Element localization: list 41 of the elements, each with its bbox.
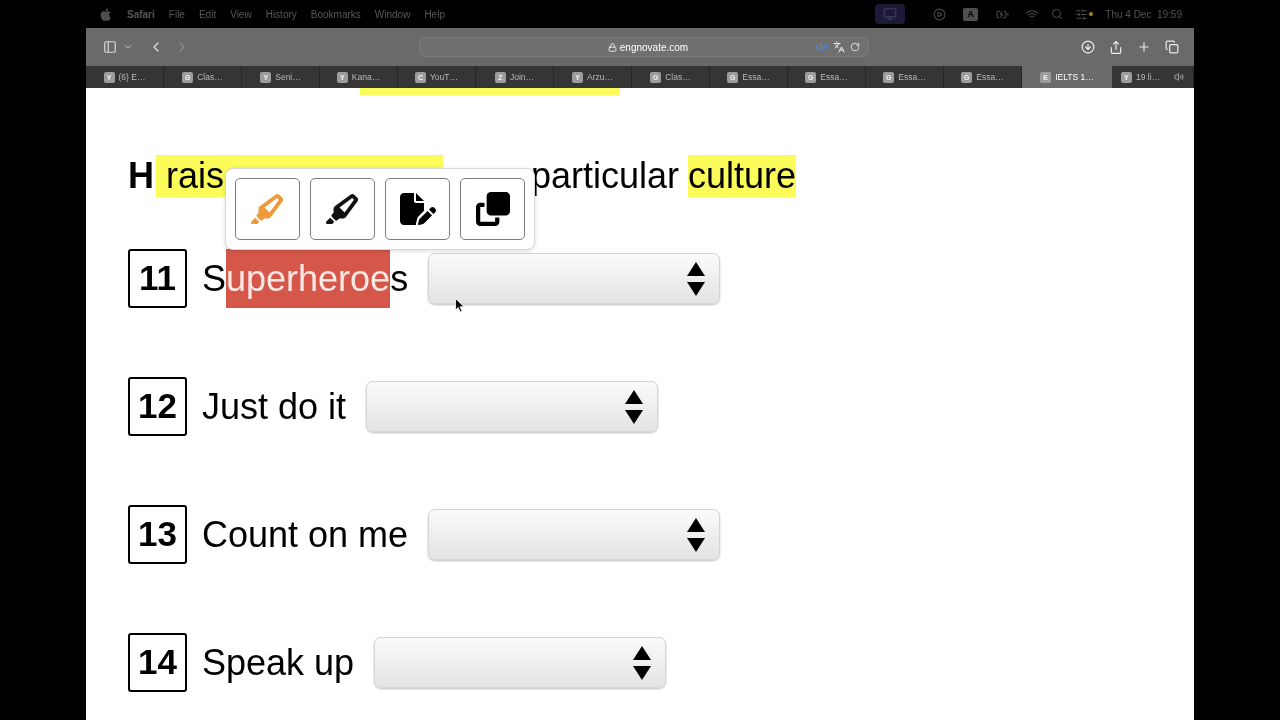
dropdown[interactable] xyxy=(374,637,667,688)
share-icon[interactable] xyxy=(1109,39,1123,55)
tool-button[interactable] xyxy=(310,178,375,240)
heading-text: particular culture xyxy=(531,155,797,197)
speaker-icon[interactable] xyxy=(1174,72,1185,82)
lock-icon xyxy=(607,42,617,52)
mouse-cursor-icon xyxy=(455,298,465,313)
sort-arrows-icon xyxy=(687,261,706,296)
tool-button[interactable] xyxy=(460,178,525,240)
screen-mirroring-icon[interactable] xyxy=(875,4,906,24)
dropdown[interactable] xyxy=(428,509,721,560)
play-circle-icon[interactable] xyxy=(933,7,947,21)
question-label: Just do it xyxy=(202,385,347,429)
url-text: engnovate.com xyxy=(619,40,689,55)
chevron-down-icon[interactable] xyxy=(123,42,133,52)
file-pen-icon xyxy=(399,192,436,226)
control-center-icon[interactable] xyxy=(1075,7,1089,21)
question-label: Count on me xyxy=(202,513,409,557)
sort-arrows-icon xyxy=(625,389,644,424)
wifi-icon[interactable] xyxy=(1025,7,1040,21)
dropdown[interactable] xyxy=(428,253,721,304)
address-bar[interactable]: engnovate.com xyxy=(419,37,869,57)
apple-logo-icon[interactable] xyxy=(100,7,111,21)
sidebar-icon[interactable] xyxy=(102,40,118,54)
tool-button[interactable] xyxy=(385,178,450,240)
question-number: 12 xyxy=(128,377,187,436)
copy-icon xyxy=(475,192,510,226)
sort-arrows-icon xyxy=(687,517,706,552)
question-number: 14 xyxy=(128,633,187,692)
question-number: 13 xyxy=(128,505,187,564)
translate-icon[interactable] xyxy=(833,41,845,53)
question-label: Speak up xyxy=(202,641,355,685)
search-icon[interactable] xyxy=(1051,8,1064,20)
download-icon[interactable] xyxy=(1081,40,1095,54)
reload-icon[interactable] xyxy=(850,42,860,52)
tab-overview-icon[interactable] xyxy=(1165,40,1179,54)
dropdown[interactable] xyxy=(366,381,659,432)
sort-arrows-icon xyxy=(633,645,652,680)
new-tab-icon[interactable] xyxy=(1137,40,1151,54)
question-label: Superheroes xyxy=(202,249,409,308)
question-number: 11 xyxy=(128,249,187,308)
